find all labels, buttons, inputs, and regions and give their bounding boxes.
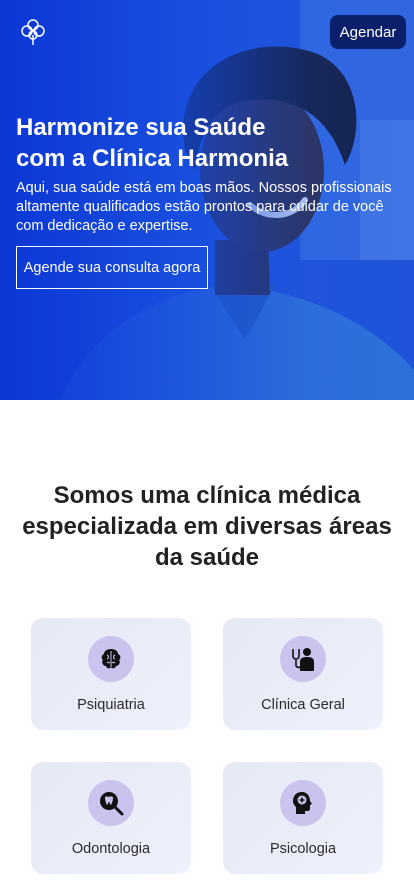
specialty-label: Psiquiatria <box>77 697 145 713</box>
hero-title: Harmonize sua Saúde com a Clínica Harmon… <box>16 114 289 172</box>
brain-icon <box>88 636 134 682</box>
doctor-stethoscope-icon <box>280 636 326 682</box>
tooth-search-icon <box>88 780 134 826</box>
tree-logo-icon[interactable] <box>20 18 46 46</box>
book-appointment-button[interactable]: Agende sua consulta agora <box>16 246 208 289</box>
specialties-title: Somos uma clínica médica especializada e… <box>22 482 392 571</box>
specialty-card-psicologia[interactable]: Psicologia <box>223 762 383 874</box>
hero-section: Agendar Harmonize sua Saúde com a Clínic… <box>0 0 414 400</box>
specialty-card-psiquiatria[interactable]: Psiquiatria <box>31 618 191 730</box>
specialty-card-odontologia[interactable]: Odontologia <box>31 762 191 874</box>
specialty-label: Odontologia <box>71 841 151 857</box>
head-plus-icon <box>280 780 326 826</box>
specialty-label: Clínica Geral <box>261 697 345 713</box>
schedule-button[interactable]: Agendar <box>330 15 406 49</box>
specialty-label: Psicologia <box>269 841 337 857</box>
hero-description: Aqui, sua saúde está em boas mãos. Nosso… <box>16 180 392 234</box>
specialty-card-clinica-geral[interactable]: Clínica Geral <box>223 618 383 730</box>
